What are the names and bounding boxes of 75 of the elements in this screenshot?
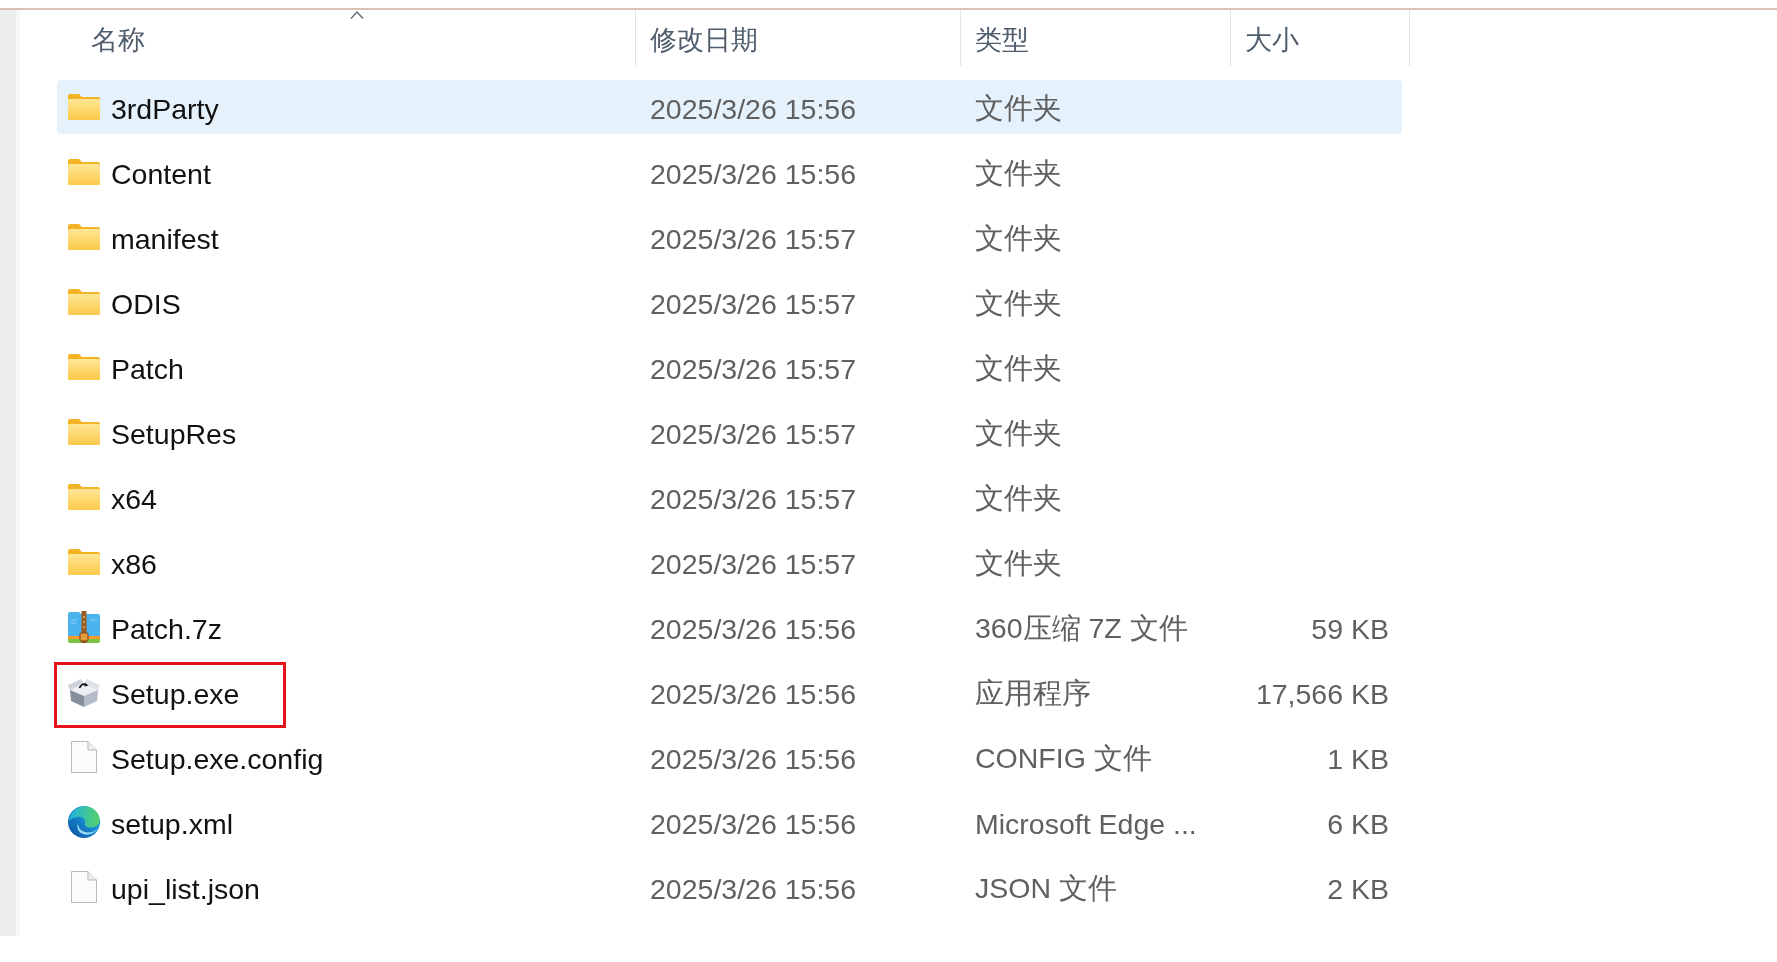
modified-date: 2025/3/26 15:57 — [650, 352, 857, 386]
file-type: 文件夹 — [975, 221, 1062, 256]
file-row[interactable]: ODIS 2025/3/26 15:57 文件夹 — [57, 275, 1402, 329]
modified-date: 2025/3/26 15:57 — [650, 222, 857, 256]
file-type: 文件夹 — [975, 91, 1062, 126]
modified-date: 2025/3/26 15:56 — [650, 742, 857, 776]
file-row[interactable]: setup.xml 2025/3/26 15:56 Microsoft Edge ... 6 KB — [57, 795, 1402, 849]
file-name: Content — [111, 157, 211, 191]
modified-date: 2025/3/26 15:57 — [650, 482, 857, 516]
file-name: setup.xml — [111, 807, 233, 841]
file-row[interactable]: 3rdParty 2025/3/26 15:56 文件夹 — [57, 80, 1402, 134]
file-row[interactable]: upi_list.json 2025/3/26 15:56 JSON 文件 2 KB — [57, 860, 1402, 914]
file-type: 应用程序 — [975, 676, 1091, 711]
column-header[interactable]: 类型 — [961, 10, 1231, 66]
folder-icon — [68, 549, 100, 575]
folder-icon — [68, 419, 100, 445]
file-type: 文件夹 — [975, 351, 1062, 386]
blank-file-icon — [71, 871, 97, 903]
file-size: 59 KB — [1311, 612, 1389, 646]
column-header[interactable]: 修改日期 — [636, 10, 961, 66]
folder-icon — [68, 354, 100, 380]
blank-file-icon — [71, 741, 97, 773]
modified-date: 2025/3/26 15:56 — [650, 612, 857, 646]
file-row[interactable]: Setup.exe 2025/3/26 15:56 应用程序 17,566 KB — [57, 665, 1402, 719]
modified-date: 2025/3/26 15:56 — [650, 677, 857, 711]
folder-icon — [68, 289, 100, 315]
file-type: Microsoft Edge ... — [975, 807, 1197, 841]
swirl-icon — [68, 806, 100, 838]
modified-date: 2025/3/26 15:56 — [650, 92, 857, 126]
file-name: manifest — [111, 222, 219, 256]
file-type: 360压缩 7Z 文件 — [975, 611, 1188, 646]
folder-icon — [68, 94, 100, 120]
file-name: x64 — [111, 482, 157, 516]
file-name: Patch — [111, 352, 184, 386]
sort-caret-icon — [349, 11, 364, 19]
file-row[interactable]: Setup.exe.config 2025/3/26 15:56 CONFIG 文件 1 KB — [57, 730, 1402, 784]
column-header[interactable]: 大小 — [1231, 10, 1410, 66]
file-row[interactable]: x86 2025/3/26 15:57 文件夹 — [57, 535, 1402, 589]
modified-date: 2025/3/26 15:57 — [650, 417, 857, 451]
box-icon — [68, 677, 100, 707]
modified-date: 2025/3/26 15:56 — [650, 157, 857, 191]
modified-date: 2025/3/26 15:56 — [650, 807, 857, 841]
file-name: 3rdParty — [111, 92, 219, 126]
file-size: 17,566 KB — [1255, 677, 1389, 711]
file-name: ODIS — [111, 287, 181, 321]
file-type: 文件夹 — [975, 546, 1062, 581]
file-row[interactable]: Patch.7z 2025/3/26 15:56 360压缩 7Z 文件 59 KB — [57, 600, 1402, 654]
file-name: upi_list.json — [111, 872, 260, 906]
file-name: Setup.exe — [111, 677, 240, 711]
file-name: x86 — [111, 547, 157, 581]
file-type: 文件夹 — [975, 286, 1062, 321]
folder-icon — [68, 159, 100, 185]
file-type: 文件夹 — [975, 416, 1062, 451]
file-row[interactable]: SetupRes 2025/3/26 15:57 文件夹 — [57, 405, 1402, 459]
column-header[interactable]: 名称 — [20, 10, 636, 66]
file-type: 文件夹 — [975, 156, 1062, 191]
file-type: JSON 文件 — [975, 871, 1117, 906]
file-name: Patch.7z — [111, 612, 222, 646]
folder-icon — [68, 484, 100, 510]
modified-date: 2025/3/26 15:57 — [650, 547, 857, 581]
file-row[interactable]: Patch 2025/3/26 15:57 文件夹 — [57, 340, 1402, 394]
file-name: SetupRes — [111, 417, 237, 451]
modified-date: 2025/3/26 15:57 — [650, 287, 857, 321]
file-size: 6 KB — [1327, 807, 1389, 841]
file-size: 2 KB — [1327, 872, 1389, 906]
file-row[interactable]: manifest 2025/3/26 15:57 文件夹 — [57, 210, 1402, 264]
file-size: 1 KB — [1327, 742, 1389, 776]
folder-icon — [68, 224, 100, 250]
modified-date: 2025/3/26 15:56 — [650, 872, 857, 906]
file-row[interactable]: Content 2025/3/26 15:56 文件夹 — [57, 145, 1402, 199]
archive-icon — [68, 611, 100, 643]
file-name: Setup.exe.config — [111, 742, 324, 776]
file-type: 文件夹 — [975, 481, 1062, 516]
file-type: CONFIG 文件 — [975, 741, 1152, 776]
file-row[interactable]: x64 2025/3/26 15:57 文件夹 — [57, 470, 1402, 524]
